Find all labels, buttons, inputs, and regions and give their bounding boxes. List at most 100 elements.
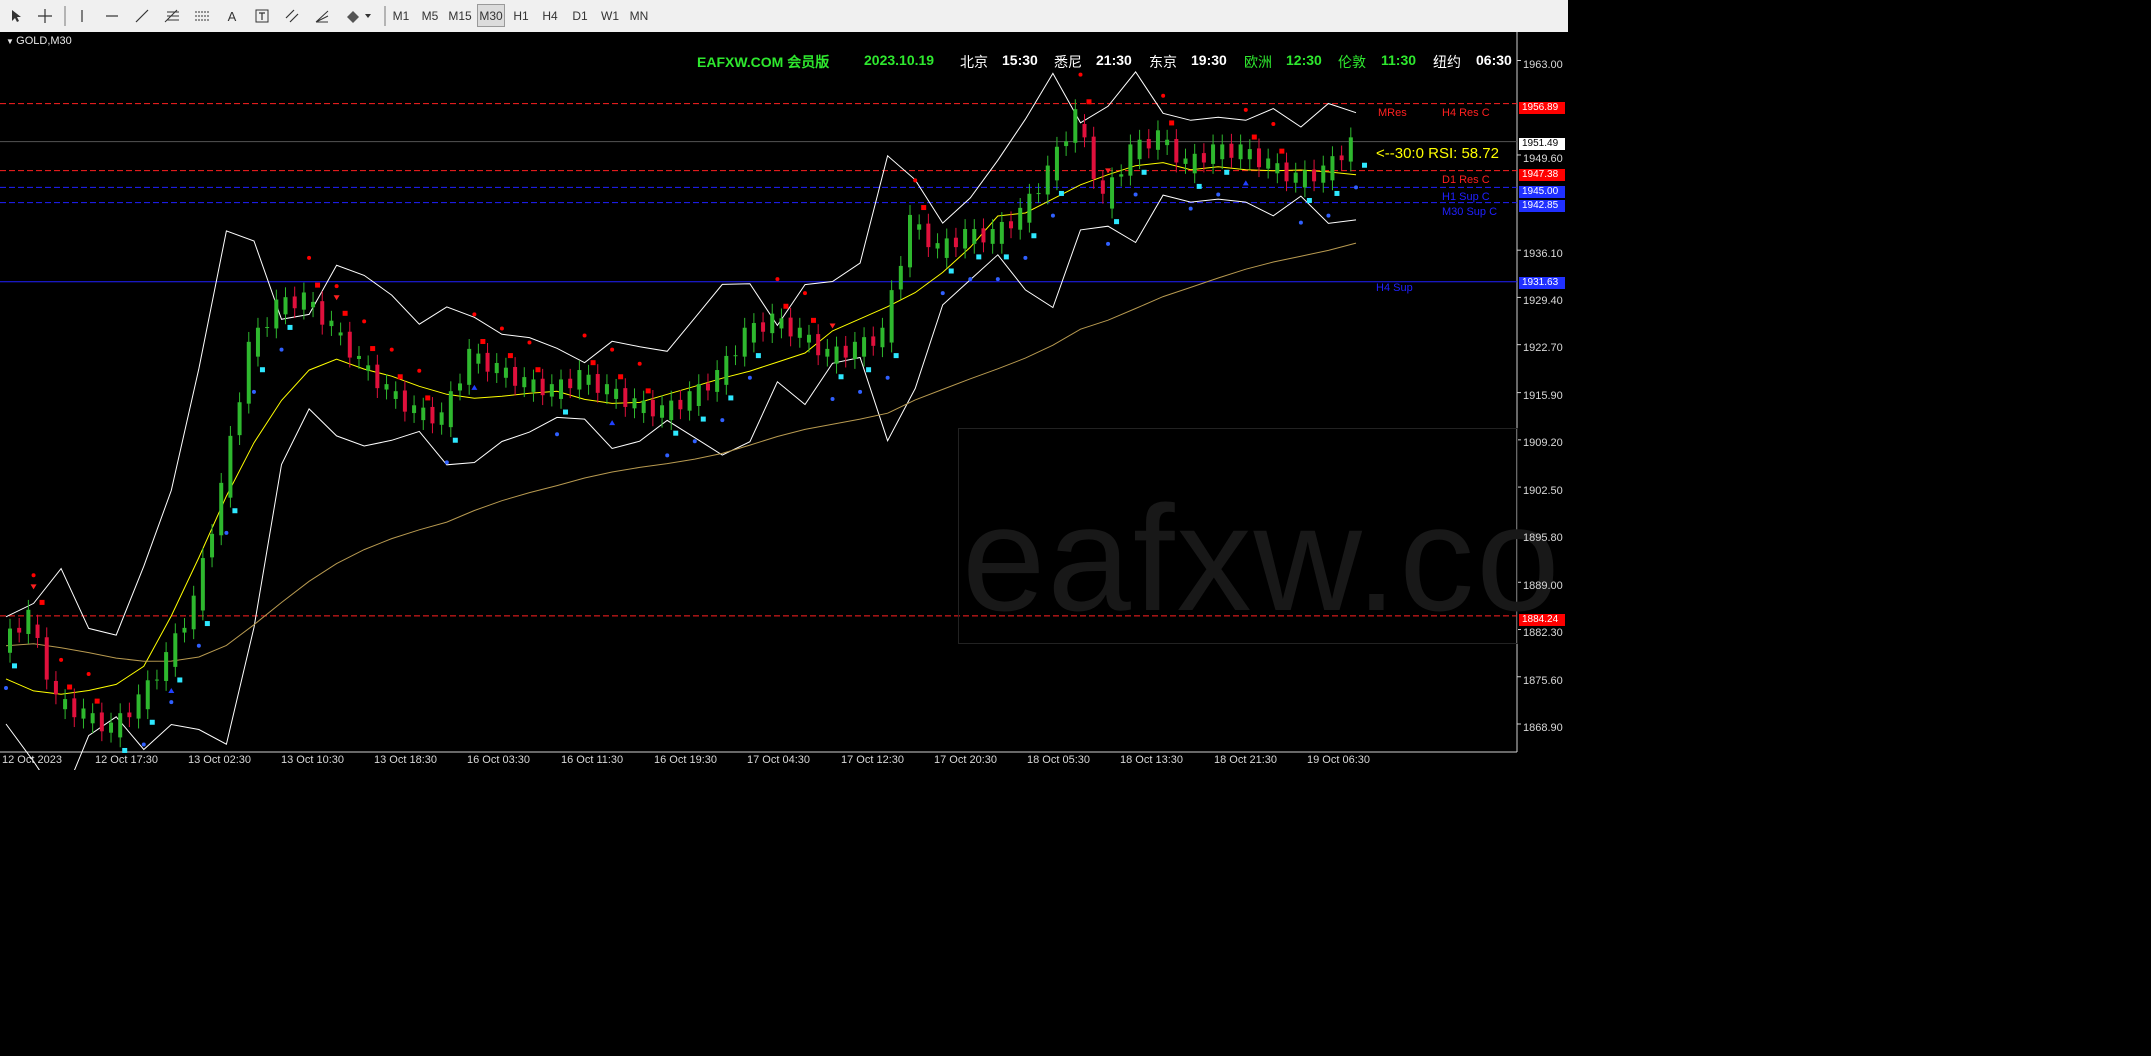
sar-dot: [1106, 241, 1111, 246]
time-label: 13 Oct 18:30: [374, 754, 437, 766]
time-label: 19 Oct 06:30: [1307, 754, 1370, 766]
candle-body: [531, 379, 536, 392]
toolbar-separator: [384, 6, 386, 26]
price-chart[interactable]: [0, 32, 1568, 770]
tf-m5[interactable]: M5: [417, 4, 443, 27]
tf-h1[interactable]: H1: [508, 4, 534, 27]
candle-body: [797, 327, 802, 338]
fibo-fan-icon[interactable]: [310, 4, 334, 27]
trail-marker: [1251, 134, 1257, 140]
tf-w1[interactable]: W1: [597, 4, 623, 27]
candle-body: [412, 405, 417, 414]
level-price-tag: 1884.24: [1519, 614, 1565, 626]
shapes-icon[interactable]: [340, 4, 378, 27]
sar-dot: [389, 347, 394, 352]
level-label: M30 Sup C: [1442, 206, 1498, 218]
candle-body: [393, 391, 398, 399]
signal-arrow: [168, 688, 175, 694]
horizontal-line-icon[interactable]: [100, 4, 124, 27]
text-icon[interactable]: A: [220, 4, 244, 27]
fibonacci-icon[interactable]: [160, 4, 184, 27]
cursor-icon[interactable]: [4, 4, 28, 27]
tf-m1[interactable]: M1: [388, 4, 414, 27]
candle-body: [669, 400, 674, 421]
time-label: 13 Oct 02:30: [188, 754, 251, 766]
clock-city: 悉尼: [1054, 54, 1082, 70]
chart-area[interactable]: eafxw.co GOLD,M30 EAFXW.COM 会员版 2023.10.…: [0, 32, 1568, 770]
candle-body: [963, 229, 968, 249]
clock-time: 19:30: [1191, 52, 1227, 68]
sar-dot: [1243, 107, 1248, 112]
clock-time: 11:30: [1381, 52, 1417, 68]
candle-body: [981, 228, 986, 243]
candle-body: [1229, 143, 1234, 158]
candle-body: [503, 367, 508, 378]
vertical-line-icon[interactable]: [70, 4, 94, 27]
sar-dot: [665, 453, 670, 458]
candle-body: [430, 406, 435, 424]
sar-dot: [885, 375, 890, 380]
trail-marker: [342, 310, 348, 316]
tf-m30[interactable]: M30: [477, 4, 505, 27]
candle-body: [1165, 139, 1170, 146]
fibo-grid-icon[interactable]: [190, 4, 214, 27]
candle-body: [1302, 170, 1307, 188]
sar-dot: [610, 347, 615, 352]
sar-dot: [747, 375, 752, 380]
tf-m15[interactable]: M15: [446, 4, 474, 27]
sar-dot: [86, 671, 91, 676]
trail-marker: [232, 508, 238, 514]
candle-body: [1174, 139, 1179, 163]
candle-body: [1064, 141, 1069, 147]
trail-marker: [452, 437, 458, 443]
sar-dot: [802, 291, 807, 296]
sar-dot: [1298, 220, 1303, 225]
level-price-tag: 1942.85: [1519, 200, 1565, 212]
clock-city: 欧洲: [1244, 54, 1272, 70]
candle-body: [1238, 144, 1243, 160]
candle-body: [843, 345, 848, 358]
candle-body: [751, 323, 756, 343]
sar-dot: [279, 347, 284, 352]
crosshair-icon[interactable]: [33, 4, 57, 27]
candle-body: [935, 243, 940, 249]
candle-body: [862, 337, 867, 357]
sar-dot: [830, 396, 835, 401]
candle-body: [210, 533, 215, 558]
channel-icon[interactable]: [280, 4, 304, 27]
time-label: 17 Oct 20:30: [934, 754, 997, 766]
trendline-icon[interactable]: [130, 4, 154, 27]
candle-body: [1211, 144, 1216, 164]
candle-body: [1339, 155, 1344, 161]
trail-marker: [397, 374, 403, 380]
trail-marker: [590, 360, 596, 366]
tf-d1[interactable]: D1: [567, 4, 593, 27]
trail-marker: [12, 663, 17, 669]
candle-body: [917, 224, 922, 230]
candle-body: [522, 377, 527, 388]
candle-body: [26, 609, 31, 634]
current-price-tag: 1951.49: [1519, 138, 1565, 150]
tf-h4[interactable]: H4: [537, 4, 563, 27]
candle-body: [182, 627, 187, 633]
text-label-icon[interactable]: [250, 4, 274, 27]
signal-arrow: [333, 295, 340, 301]
price-label: 1889.00: [1523, 580, 1563, 592]
candle-body: [81, 708, 86, 719]
symbol-label: GOLD,M30: [6, 35, 72, 47]
sar-dot: [224, 530, 229, 535]
candle-body: [852, 341, 857, 359]
tf-mn[interactable]: MN: [626, 4, 652, 27]
trail-marker: [149, 719, 155, 725]
trail-marker: [315, 282, 321, 288]
candle-body: [559, 379, 564, 399]
sar-dot: [4, 686, 8, 691]
candle-body: [632, 398, 637, 409]
trail-marker: [1141, 169, 1147, 175]
sar-dot: [251, 389, 256, 394]
candle-body: [577, 370, 582, 390]
candle-body: [715, 370, 720, 392]
candle-body: [1036, 193, 1041, 195]
trail-marker: [783, 303, 789, 309]
price-label: 1936.10: [1523, 248, 1563, 260]
